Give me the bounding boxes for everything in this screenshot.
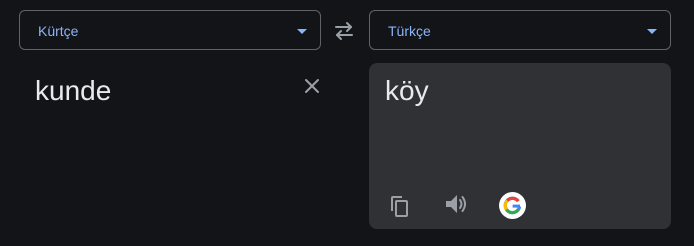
copy-icon [391,196,408,217]
target-language-select[interactable]: Türkçe [369,10,671,50]
close-icon [305,79,319,93]
copy-translation-button[interactable] [387,193,413,219]
source-text: kunde [35,75,112,106]
swap-languages-icon [335,22,353,40]
chevron-down-icon [647,29,657,34]
speaker-icon [446,195,466,213]
chevron-down-icon [297,29,307,34]
source-text-area[interactable]: kunde [19,63,331,228]
source-language-label: Kürtçe [38,23,79,39]
translator-widget: Kürtçe Türkçe kunde köy [0,0,694,246]
translation-output-panel: köy [369,63,671,229]
google-logo-icon [503,196,522,215]
target-language-label: Türkçe [388,23,431,39]
listen-button[interactable] [443,191,469,217]
google-search-button[interactable] [499,192,526,219]
clear-source-button[interactable] [301,75,323,97]
swap-languages-button[interactable] [331,19,357,43]
translated-text: köy [385,75,429,106]
source-language-select[interactable]: Kürtçe [19,10,321,50]
